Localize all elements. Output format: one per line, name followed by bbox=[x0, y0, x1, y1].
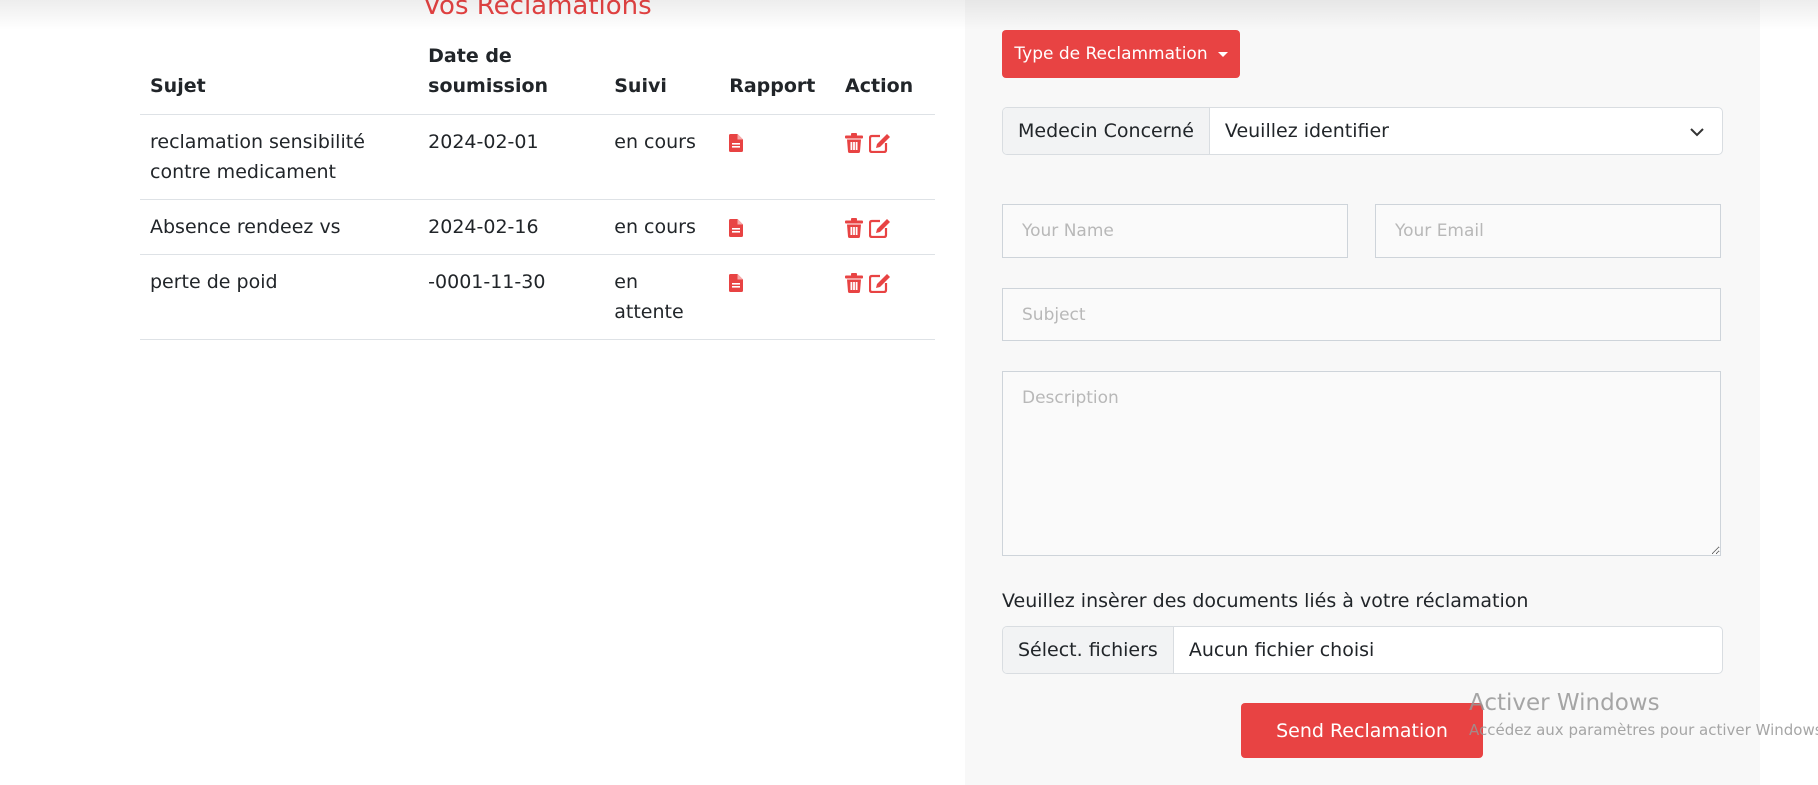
header-suivi: Suivi bbox=[604, 38, 720, 115]
reclamations-table: Sujet Date de soumission Suivi Rapport A… bbox=[140, 38, 935, 340]
caret-down-icon bbox=[1217, 51, 1228, 57]
cell-action bbox=[835, 114, 935, 200]
file-input-group[interactable]: Sélect. fichiers Aucun fichier choisi bbox=[1002, 626, 1723, 674]
medecin-select-group: Medecin Concerné Veuillez identifier bbox=[1002, 107, 1723, 155]
chevron-down-icon bbox=[1690, 120, 1704, 142]
medecin-selected-value: Veuillez identifier bbox=[1224, 120, 1389, 142]
trash-icon[interactable] bbox=[845, 132, 864, 153]
file-document-icon[interactable] bbox=[729, 133, 744, 152]
medecin-label: Medecin Concerné bbox=[1003, 108, 1210, 154]
reclamations-list-panel: Vos Reclamations Sujet Date de soumissio… bbox=[0, 0, 965, 785]
cell-suivi: en cours bbox=[604, 114, 720, 200]
reclamation-form-panel: Type de Reclammation Medecin Concerné Ve… bbox=[965, 0, 1760, 785]
edit-icon[interactable] bbox=[869, 218, 891, 238]
cell-rapport bbox=[719, 114, 836, 200]
header-date: Date de soumission bbox=[418, 38, 605, 115]
cell-sujet: Absence rendeez vs bbox=[140, 199, 419, 255]
table-row: perte de poid -0001-11-30 en attente bbox=[140, 254, 935, 340]
cell-suivi: en cours bbox=[604, 199, 720, 255]
header-action: Action bbox=[835, 38, 935, 115]
type-reclamation-dropdown-button[interactable]: Type de Reclammation bbox=[1002, 30, 1240, 78]
description-textarea[interactable] bbox=[1002, 371, 1721, 556]
file-select-button[interactable]: Sélect. fichiers bbox=[1003, 627, 1174, 673]
file-document-icon[interactable] bbox=[729, 273, 744, 292]
cell-action bbox=[835, 254, 935, 340]
file-document-icon[interactable] bbox=[729, 218, 744, 237]
email-input[interactable] bbox=[1375, 204, 1721, 258]
trash-icon[interactable] bbox=[845, 217, 864, 238]
type-reclamation-label: Type de Reclammation bbox=[1014, 44, 1208, 64]
header-sujet: Sujet bbox=[140, 38, 419, 115]
medecin-select[interactable]: Veuillez identifier bbox=[1210, 108, 1722, 154]
send-reclamation-button[interactable]: Send Reclamation bbox=[1241, 703, 1483, 758]
cell-suivi: en attente bbox=[604, 254, 720, 340]
cell-rapport bbox=[719, 199, 836, 255]
cell-date: 2024-02-01 bbox=[418, 114, 605, 200]
cell-sujet: perte de poid bbox=[140, 254, 419, 340]
table-row: reclamation sensibilité contre medicamen… bbox=[140, 114, 935, 200]
trash-icon[interactable] bbox=[845, 272, 864, 293]
subject-input[interactable] bbox=[1002, 288, 1721, 341]
table-row: Absence rendeez vs 2024-02-16 en cours bbox=[140, 199, 935, 255]
cell-action bbox=[835, 199, 935, 255]
header-rapport: Rapport bbox=[719, 38, 836, 115]
cell-date: -0001-11-30 bbox=[418, 254, 605, 340]
cell-rapport bbox=[719, 254, 836, 340]
page-title: Vos Reclamations bbox=[423, 0, 652, 21]
name-input[interactable] bbox=[1002, 204, 1348, 258]
cell-date: 2024-02-16 bbox=[418, 199, 605, 255]
edit-icon[interactable] bbox=[869, 273, 891, 293]
table-header-row: Sujet Date de soumission Suivi Rapport A… bbox=[140, 38, 935, 115]
cell-sujet: reclamation sensibilité contre medicamen… bbox=[140, 114, 419, 200]
documents-label: Veuillez insèrer des documents liés à vo… bbox=[1002, 590, 1529, 612]
file-status: Aucun fichier choisi bbox=[1188, 639, 1375, 661]
edit-icon[interactable] bbox=[869, 133, 891, 153]
